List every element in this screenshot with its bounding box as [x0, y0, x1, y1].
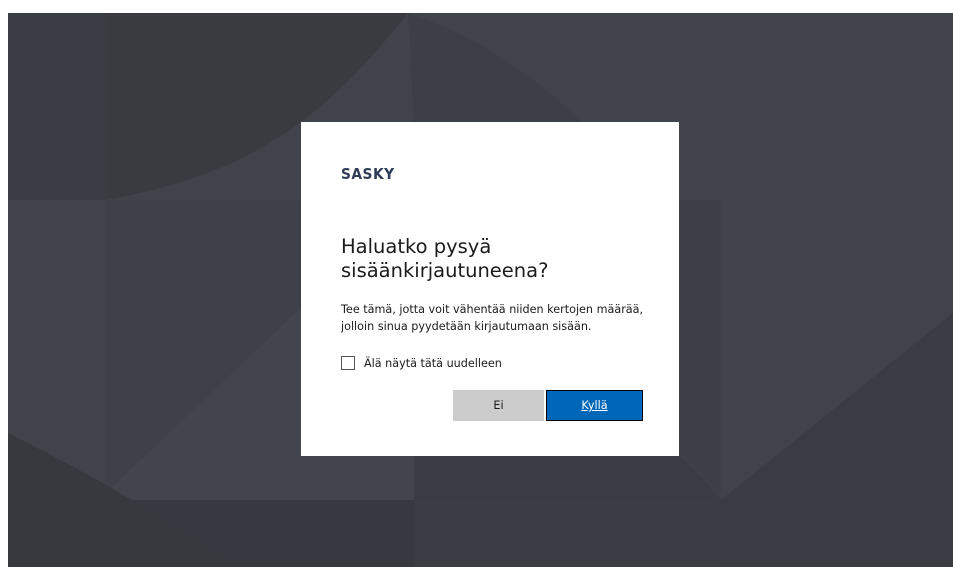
- yes-button[interactable]: Kyllä: [546, 390, 643, 421]
- dont-show-again-label[interactable]: Älä näytä tätä uudelleen: [364, 357, 502, 370]
- dont-show-again-row[interactable]: Älä näytä tätä uudelleen: [341, 354, 502, 372]
- stay-signed-in-dialog: SASKY Haluatko pysyä sisäänkirjautuneena…: [301, 122, 679, 456]
- dialog-title: Haluatko pysyä sisäänkirjautuneena?: [341, 235, 549, 282]
- sasky-logo: SASKY: [341, 165, 395, 183]
- page-background: SASKY Haluatko pysyä sisäänkirjautuneena…: [8, 13, 953, 567]
- no-button[interactable]: Ei: [453, 390, 544, 421]
- dialog-description: Tee tämä, jotta voit vähentää niiden ker…: [341, 303, 644, 333]
- dont-show-again-checkbox[interactable]: [341, 356, 355, 370]
